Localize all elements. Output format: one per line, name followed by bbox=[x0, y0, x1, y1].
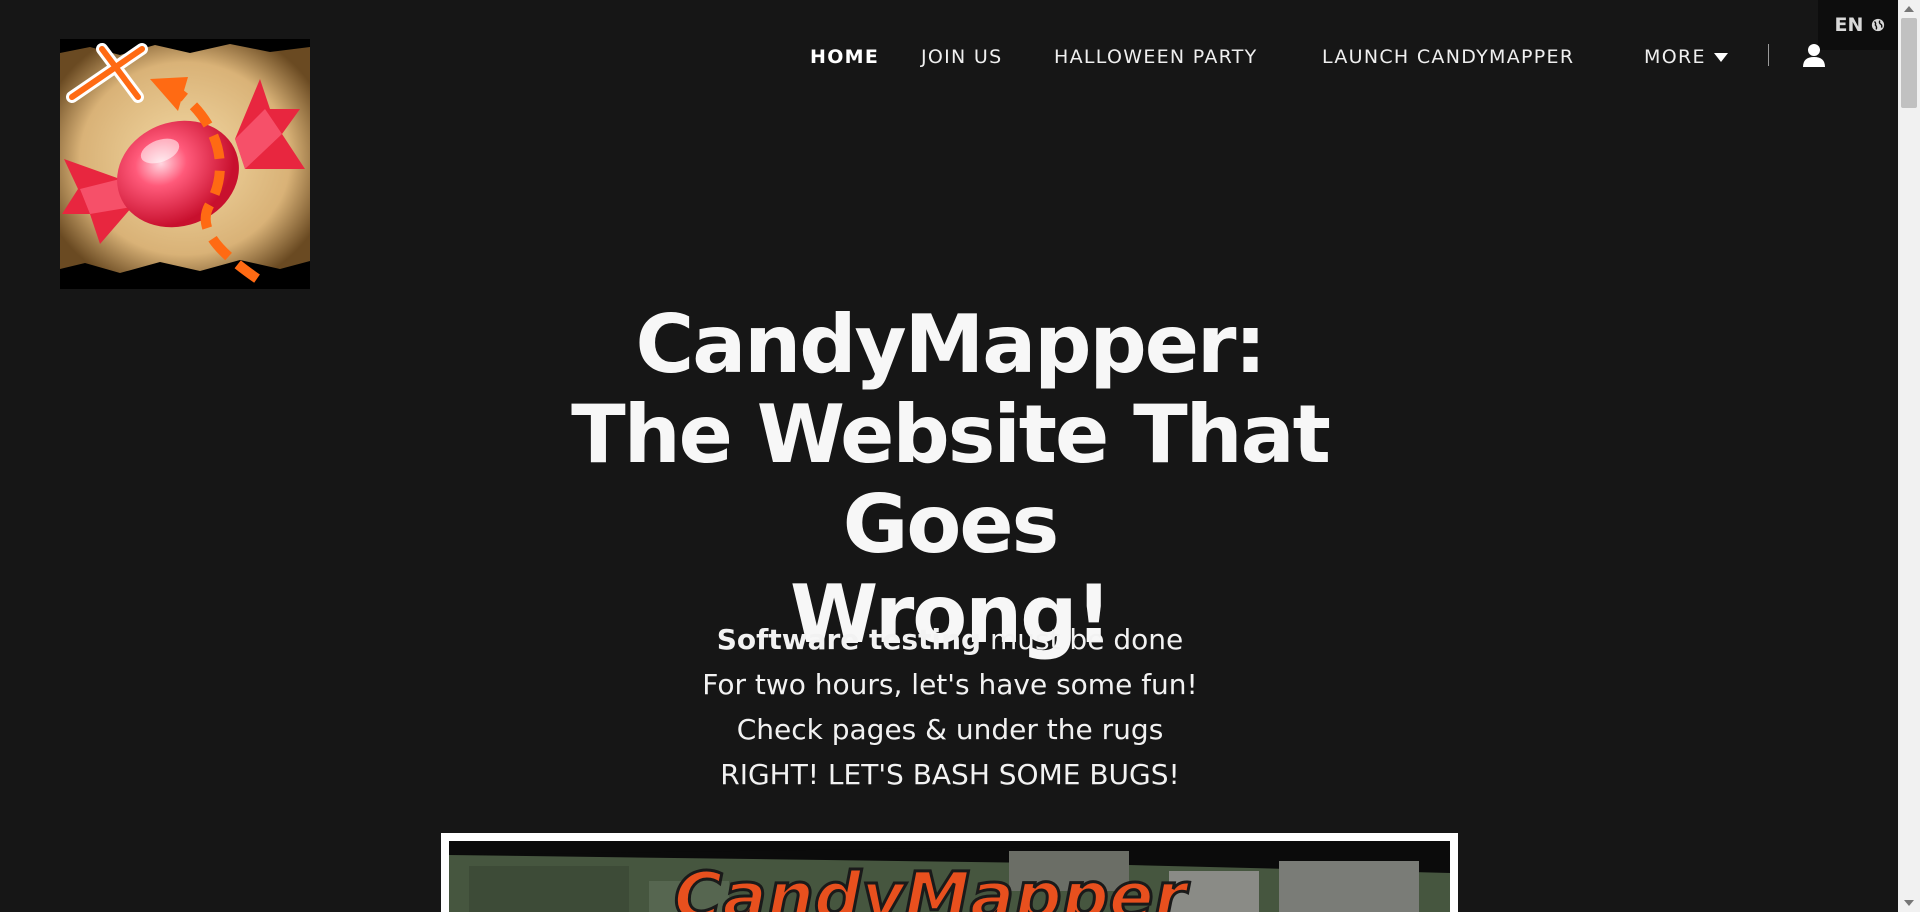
verse-line: Check pages & under the rugs bbox=[736, 713, 1164, 746]
user-icon[interactable] bbox=[1801, 42, 1827, 68]
hero-verse: Software testing must be done For two ho… bbox=[560, 617, 1340, 797]
nav-home[interactable]: HOME bbox=[810, 46, 879, 68]
hero-image: CandyMapper bbox=[441, 833, 1458, 912]
nav-divider bbox=[1768, 44, 1769, 66]
banner-text: CandyMapper bbox=[674, 858, 1190, 912]
site-logo[interactable] bbox=[60, 39, 310, 289]
verse-line: RIGHT! LET'S BASH SOME BUGS! bbox=[720, 758, 1180, 791]
candymapper-logo-icon bbox=[60, 39, 310, 289]
nav-join-us[interactable]: JOIN US bbox=[921, 46, 1002, 68]
scroll-down-icon[interactable] bbox=[1904, 900, 1914, 906]
globe-icon bbox=[1872, 18, 1885, 32]
verse-line: For two hours, let's have some fun! bbox=[702, 668, 1198, 701]
nav-launch-candymapper[interactable]: LAUNCH CANDYMAPPER bbox=[1322, 46, 1574, 68]
hero-title-line: CandyMapper: bbox=[635, 298, 1267, 391]
main-navigation: HOME JOIN US HALLOWEEN PARTY LAUNCH CAND… bbox=[0, 40, 1920, 76]
verse-line: Software testing must be done bbox=[560, 617, 1340, 662]
nav-more-label: MORE bbox=[1644, 46, 1706, 68]
hero-title: CandyMapper: The Website That Goes Wrong… bbox=[460, 300, 1440, 660]
scrollbar[interactable] bbox=[1898, 0, 1920, 912]
hero-title-line: The Website That Goes bbox=[571, 388, 1331, 571]
verse-bold: Software testing bbox=[716, 623, 982, 656]
nav-halloween-party[interactable]: HALLOWEEN PARTY bbox=[1054, 46, 1258, 68]
scroll-up-icon[interactable] bbox=[1904, 6, 1914, 12]
verse-rest: must be done bbox=[981, 623, 1184, 656]
hero-image-inner: CandyMapper bbox=[449, 841, 1450, 912]
caret-down-icon bbox=[1713, 52, 1728, 62]
scroll-thumb[interactable] bbox=[1901, 18, 1917, 108]
page: EN HOME JOIN US HALLOWEEN PARTY LAUNCH C… bbox=[0, 0, 1920, 912]
nav-more[interactable]: MORE bbox=[1644, 46, 1728, 68]
language-code: EN bbox=[1834, 14, 1864, 36]
map-banner-image: CandyMapper bbox=[449, 841, 1450, 912]
